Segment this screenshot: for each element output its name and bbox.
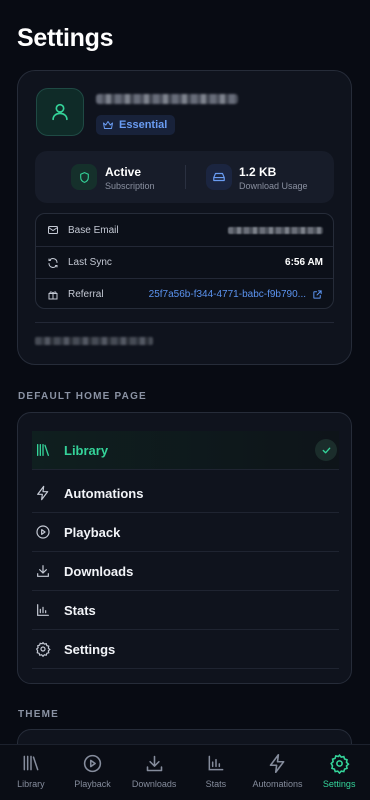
last-sync-value: 6:56 AM bbox=[285, 257, 323, 268]
play-circle-icon bbox=[82, 752, 104, 774]
account-email-redacted bbox=[96, 94, 238, 104]
home-option-label: Downloads bbox=[64, 563, 134, 579]
card-divider bbox=[35, 322, 334, 323]
shield-icon bbox=[71, 164, 97, 190]
home-option-downloads[interactable]: Downloads bbox=[32, 552, 339, 591]
home-option-stats[interactable]: Stats bbox=[32, 591, 339, 630]
sync-icon bbox=[46, 256, 60, 270]
avatar bbox=[36, 88, 84, 136]
home-option-automations[interactable]: Automations bbox=[32, 474, 339, 513]
default-home-section-label: DEFAULT HOME PAGE bbox=[18, 391, 147, 402]
bolt-icon bbox=[267, 752, 289, 774]
external-link-icon[interactable] bbox=[312, 289, 323, 300]
home-option-playback[interactable]: Playback bbox=[32, 513, 339, 552]
bar-chart-icon bbox=[205, 752, 227, 774]
download-icon bbox=[143, 752, 165, 774]
account-card: Essential Active Subscription 1.2 KB Dow… bbox=[17, 70, 352, 365]
bar-chart-icon bbox=[34, 601, 52, 619]
subscription-label: Subscription bbox=[105, 181, 155, 191]
home-option-label: Automations bbox=[64, 485, 144, 501]
page-title: Settings bbox=[17, 24, 114, 52]
referral-label: Referral bbox=[68, 289, 104, 300]
hard-drive-icon bbox=[206, 164, 232, 190]
tab-label: Settings bbox=[322, 779, 356, 789]
tab-automations[interactable]: Automations bbox=[247, 745, 309, 800]
gift-icon bbox=[46, 288, 60, 302]
bolt-icon bbox=[34, 484, 52, 502]
referral-link[interactable]: 25f7a56b-f344-4771-babc-f9b790... bbox=[149, 289, 306, 300]
account-footer-redacted bbox=[35, 337, 153, 345]
home-option-library[interactable]: Library bbox=[32, 431, 339, 470]
stat-divider bbox=[185, 165, 186, 189]
last-sync-label: Last Sync bbox=[68, 257, 112, 268]
tab-label: Downloads bbox=[131, 779, 177, 789]
tier-label: Essential bbox=[119, 119, 168, 131]
home-option-label: Library bbox=[64, 442, 109, 458]
tier-badge: Essential bbox=[96, 115, 176, 135]
tab-settings[interactable]: Settings bbox=[308, 745, 370, 800]
play-circle-icon bbox=[34, 523, 52, 541]
theme-section-label: THEME bbox=[18, 709, 59, 720]
tab-stats[interactable]: Stats bbox=[185, 745, 247, 800]
tab-label: Stats bbox=[205, 779, 227, 789]
home-option-label: Settings bbox=[64, 641, 116, 657]
download-icon bbox=[34, 562, 52, 580]
library-icon bbox=[20, 752, 42, 774]
tab-label: Library bbox=[17, 779, 45, 789]
last-sync-row: Last Sync 6:56 AM bbox=[36, 246, 333, 278]
library-icon bbox=[34, 441, 52, 459]
gear-icon bbox=[34, 640, 52, 658]
user-icon bbox=[52, 103, 68, 121]
home-option-settings[interactable]: Settings bbox=[32, 630, 339, 669]
bottom-tab-bar: Library Playback Downloads Stats Automat… bbox=[0, 744, 370, 800]
referral-row[interactable]: Referral 25f7a56b-f344-4771-babc-f9b790.… bbox=[36, 278, 333, 310]
gear-icon bbox=[328, 752, 350, 774]
home-option-label: Playback bbox=[64, 524, 121, 540]
mail-icon bbox=[46, 223, 60, 237]
account-info-list: Base Email Last Sync 6:56 AM Referral 25… bbox=[35, 213, 334, 309]
tab-playback[interactable]: Playback bbox=[62, 745, 124, 800]
download-usage-label: Download Usage bbox=[239, 181, 308, 191]
base-email-row: Base Email bbox=[36, 214, 333, 246]
subscription-status: Active bbox=[105, 165, 142, 179]
tab-label: Automations bbox=[252, 779, 303, 789]
crown-icon bbox=[103, 121, 113, 129]
tab-library[interactable]: Library bbox=[0, 745, 62, 800]
tab-label: Playback bbox=[74, 779, 111, 789]
base-email-label: Base Email bbox=[68, 224, 119, 236]
default-home-list: Library Automations Playback Downloads S… bbox=[17, 412, 352, 684]
account-stats: Active Subscription 1.2 KB Download Usag… bbox=[35, 151, 334, 203]
download-usage-value: 1.2 KB bbox=[239, 165, 277, 179]
tab-downloads[interactable]: Downloads bbox=[123, 745, 185, 800]
home-option-label: Stats bbox=[64, 602, 96, 618]
check-icon bbox=[315, 439, 337, 461]
base-email-redacted bbox=[228, 226, 323, 234]
